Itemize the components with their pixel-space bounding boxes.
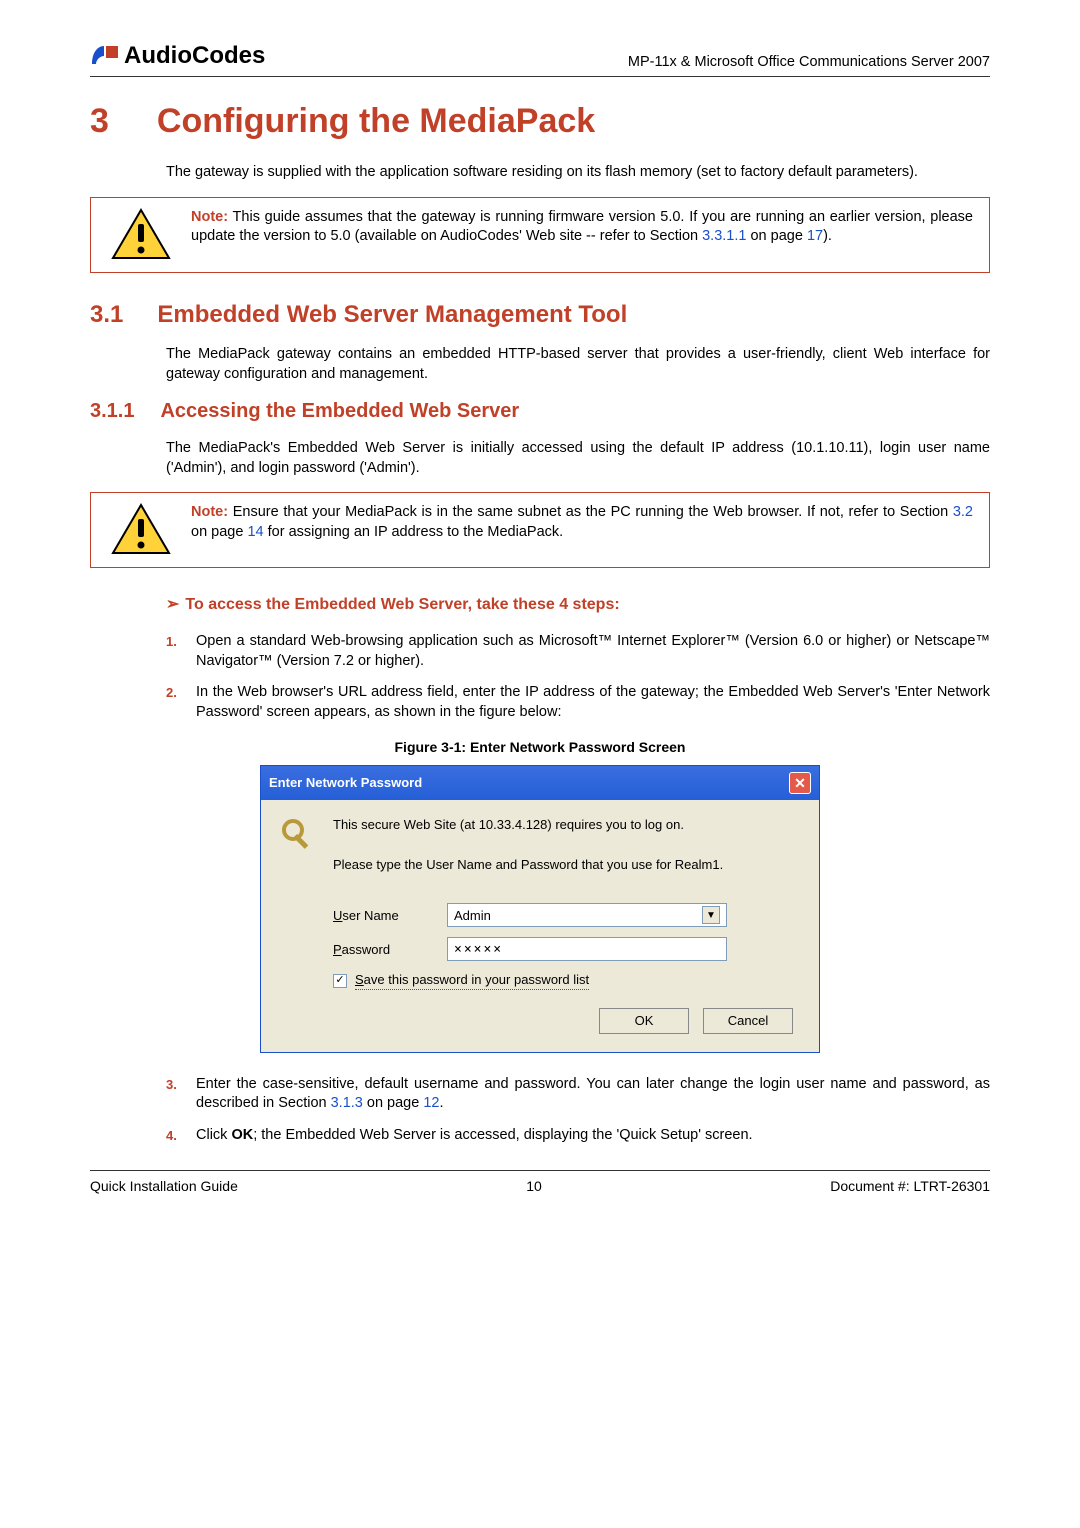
figure-caption: Figure 3-1: Enter Network Password Scree… (90, 738, 990, 757)
procedure-title: ➢ To access the Embedded Web Server, take… (166, 594, 990, 616)
header-doc-title: MP-11x & Microsoft Office Communications… (628, 53, 990, 73)
steps-list: Open a standard Web-browsing application… (166, 632, 990, 722)
save-password-checkbox[interactable]: ✓ (333, 974, 347, 988)
note-2-a: Ensure that your MediaPack is in the sam… (233, 504, 953, 520)
step-3: Enter the case-sensitive, default userna… (196, 1075, 990, 1114)
key-icon (279, 816, 319, 861)
note-1-c: ). (823, 228, 832, 244)
section-title: Embedded Web Server Management Tool (157, 299, 627, 331)
procedure-title-text: To access the Embedded Web Server, take … (185, 596, 619, 613)
note-2-b: on page (191, 524, 247, 540)
warning-icon (91, 493, 191, 567)
brand-suffix: Codes (192, 40, 265, 72)
dialog-msg-1: This secure Web Site (at 10.33.4.128) re… (333, 816, 801, 834)
chapter-number: 3 (90, 99, 109, 145)
ok-button[interactable]: OK (599, 1008, 689, 1034)
chapter-title: Configuring the MediaPack (157, 99, 595, 145)
note-2-text: Note: Ensure that your MediaPack is in t… (191, 493, 989, 552)
brand-prefix: Audio (124, 40, 192, 72)
cancel-button[interactable]: Cancel (703, 1008, 793, 1034)
save-password-label: Save this password in your password list (355, 971, 589, 990)
note-box-2: Note: Ensure that your MediaPack is in t… (90, 492, 990, 568)
intro-paragraph: The gateway is supplied with the applica… (166, 163, 990, 183)
chapter-heading: 3 Configuring the MediaPack (90, 99, 990, 145)
brand-logo: AudioCodes (90, 40, 265, 72)
section-paragraph: The MediaPack gateway contains an embedd… (166, 345, 990, 384)
subsection-paragraph: The MediaPack's Embedded Web Server is i… (166, 439, 990, 478)
warning-icon (91, 198, 191, 272)
arrow-icon: ➢ (166, 596, 179, 613)
password-label: Password (333, 941, 433, 959)
username-input[interactable]: Admin ▼ (447, 903, 727, 927)
step-1: Open a standard Web-browsing application… (196, 632, 990, 671)
section-heading: 3.1 Embedded Web Server Management Tool (90, 299, 990, 331)
section-number: 3.1 (90, 299, 123, 331)
note-1-b: on page (746, 228, 806, 244)
link-page-12[interactable]: 12 (423, 1095, 439, 1111)
footer-page-number: 10 (238, 1177, 830, 1196)
dialog-screenshot: Enter Network Password ✕ This secure Web… (260, 765, 820, 1053)
link-section-32[interactable]: 3.2 (953, 504, 973, 520)
ok-bold: OK (231, 1127, 253, 1143)
subsection-number: 3.1.1 (90, 398, 134, 425)
link-page-17[interactable]: 17 (807, 228, 823, 244)
username-value: Admin (454, 907, 491, 925)
link-section-313[interactable]: 3.1.3 (331, 1095, 363, 1111)
subsection-title: Accessing the Embedded Web Server (160, 398, 519, 425)
link-page-14[interactable]: 14 (247, 524, 263, 540)
page-footer: Quick Installation Guide 10 Document #: … (90, 1170, 990, 1196)
note-1-a: This guide assumes that the gateway is r… (191, 209, 973, 245)
page-header: AudioCodes MP-11x & Microsoft Office Com… (90, 40, 990, 77)
footer-left: Quick Installation Guide (90, 1177, 238, 1196)
step-2: In the Web browser's URL address field, … (196, 683, 990, 722)
logo-mark-icon (90, 44, 120, 68)
dialog-titlebar: Enter Network Password ✕ (261, 766, 819, 800)
note-2-c: for assigning an IP address to the Media… (264, 524, 564, 540)
footer-right: Document #: LTRT-26301 (830, 1177, 990, 1196)
note-label: Note: (191, 504, 228, 520)
username-label: User Name (333, 907, 433, 925)
dialog-msg-2: Please type the User Name and Password t… (333, 856, 801, 874)
password-value: ××××× (454, 941, 503, 959)
note-box-1: Note: This guide assumes that the gatewa… (90, 197, 990, 273)
dialog-title-text: Enter Network Password (269, 774, 422, 792)
subsection-heading: 3.1.1 Accessing the Embedded Web Server (90, 398, 990, 425)
note-1-text: Note: This guide assumes that the gatewa… (191, 198, 989, 257)
link-section-3311[interactable]: 3.3.1.1 (702, 228, 746, 244)
note-label: Note: (191, 209, 228, 225)
steps-list-cont: Enter the case-sensitive, default userna… (166, 1075, 990, 1146)
password-input[interactable]: ××××× (447, 937, 727, 961)
chevron-down-icon[interactable]: ▼ (702, 906, 720, 924)
step-4: Click OK; the Embedded Web Server is acc… (196, 1126, 990, 1146)
close-icon[interactable]: ✕ (789, 772, 811, 794)
